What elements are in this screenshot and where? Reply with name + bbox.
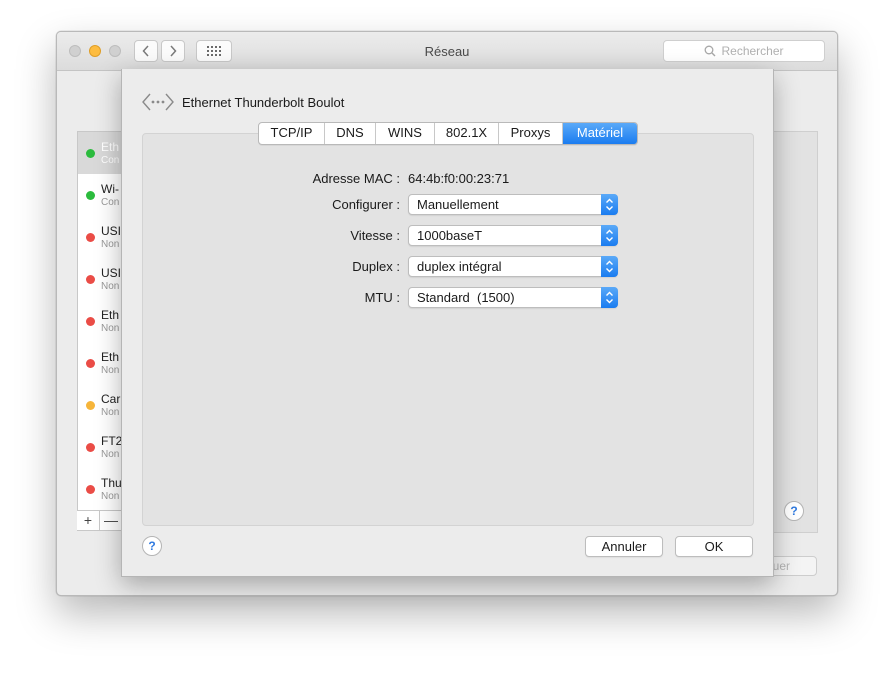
service-item[interactable]: Thu Non	[78, 468, 124, 510]
service-name: USI	[101, 224, 122, 238]
tab-materiel[interactable]: Matériel	[563, 123, 637, 144]
speed-row: Vitesse : 1000baseT	[122, 225, 773, 247]
speed-label: Vitesse :	[350, 228, 400, 243]
service-status: Non	[101, 491, 120, 502]
configure-label: Configurer :	[332, 197, 400, 212]
service-status: Non	[101, 449, 120, 460]
speed-value: 1000baseT	[417, 228, 483, 243]
add-service-button[interactable]: +	[77, 511, 100, 530]
service-item[interactable]: Wi- Con	[78, 174, 124, 216]
tab-tcpip[interactable]: TCP/IP	[259, 123, 325, 144]
service-status: Non	[101, 407, 120, 418]
background-help-button[interactable]: ?	[784, 501, 804, 521]
service-status: Non	[101, 365, 120, 376]
sheet-title: Ethernet Thunderbolt Boulot	[182, 94, 345, 110]
tab-8021x[interactable]: 802.1X	[435, 123, 499, 144]
status-dot	[86, 443, 95, 452]
duplex-label: Duplex :	[352, 259, 400, 274]
tab-content	[142, 133, 754, 526]
service-name: Car	[101, 392, 121, 406]
mac-address-row: Adresse MAC : 64:4b:f0:00:23:71	[122, 168, 773, 190]
service-item[interactable]: USI Non	[78, 216, 124, 258]
speed-popup[interactable]: 1000baseT	[408, 225, 618, 246]
service-name: Wi-	[101, 182, 119, 196]
status-dot	[86, 401, 95, 410]
service-name: Eth	[101, 308, 120, 322]
search-icon	[705, 45, 716, 57]
mtu-value: Standard (1500)	[417, 290, 515, 305]
service-item[interactable]: Car Non	[78, 384, 124, 426]
duplex-row: Duplex : duplex intégral	[122, 256, 773, 278]
mtu-label: MTU :	[364, 290, 400, 305]
service-item[interactable]: Eth Con	[78, 132, 124, 174]
mtu-row: MTU : Standard (1500)	[122, 287, 773, 309]
service-status: Con	[101, 155, 120, 166]
tab-bar: TCP/IP DNS WINS 802.1X Proxys Matériel	[258, 122, 638, 145]
mtu-popup[interactable]: Standard (1500)	[408, 287, 618, 308]
status-dot	[86, 485, 95, 494]
service-item[interactable]: FT2 Non	[78, 426, 124, 468]
status-dot	[86, 191, 95, 200]
service-item[interactable]: USI Non	[78, 258, 124, 300]
popup-arrows-icon	[601, 194, 618, 215]
service-item[interactable]: Eth Non	[78, 342, 124, 384]
status-dot	[86, 233, 95, 242]
duplex-value: duplex intégral	[417, 259, 502, 274]
configure-value: Manuellement	[417, 197, 499, 212]
tab-wins[interactable]: WINS	[376, 123, 435, 144]
remove-service-button[interactable]: —	[100, 511, 123, 530]
cancel-button[interactable]: Annuler	[585, 536, 663, 557]
sheet-help-button[interactable]: ?	[142, 536, 162, 556]
status-dot	[86, 317, 95, 326]
mac-address-value: 64:4b:f0:00:23:71	[408, 171, 510, 186]
service-status: Non	[101, 239, 120, 250]
status-dot	[86, 149, 95, 158]
service-name: Eth	[101, 350, 120, 364]
popup-arrows-icon	[601, 256, 618, 277]
service-name: Eth	[101, 140, 120, 154]
status-dot	[86, 275, 95, 284]
service-name: FT2	[101, 434, 123, 448]
configure-row: Configurer : Manuellement	[122, 194, 773, 216]
ok-button[interactable]: OK	[675, 536, 753, 557]
service-status: Non	[101, 281, 120, 292]
tab-dns[interactable]: DNS	[325, 123, 376, 144]
configure-popup[interactable]: Manuellement	[408, 194, 618, 215]
popup-arrows-icon	[601, 225, 618, 246]
status-dot	[86, 359, 95, 368]
advanced-settings-sheet: Ethernet Thunderbolt Boulot TCP/IP DNS W…	[121, 69, 774, 577]
service-name: USI	[101, 266, 122, 280]
ethernet-icon	[142, 93, 174, 111]
list-controls: + —	[77, 510, 123, 530]
search-placeholder: Rechercher	[721, 44, 784, 58]
service-status: Non	[101, 323, 120, 334]
sheet-header: Ethernet Thunderbolt Boulot	[142, 93, 344, 111]
service-name: Thu	[101, 476, 122, 490]
mac-address-label: Adresse MAC :	[312, 171, 400, 186]
duplex-popup[interactable]: duplex intégral	[408, 256, 618, 277]
title-bar: Réseau Rechercher	[57, 32, 837, 71]
tab-proxys[interactable]: Proxys	[499, 123, 563, 144]
search-field[interactable]: Rechercher	[663, 40, 825, 62]
popup-arrows-icon	[601, 287, 618, 308]
service-status: Con	[101, 197, 120, 208]
service-list: Eth Con Wi- Con USI Non USI Non Eth Non …	[77, 131, 125, 531]
service-item[interactable]: Eth Non	[78, 300, 124, 342]
